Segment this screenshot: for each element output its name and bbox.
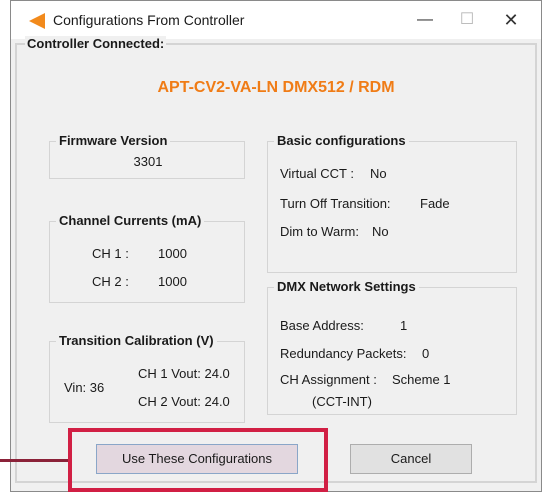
vin-value: Vin: 36 bbox=[64, 380, 105, 395]
turn-off-transition-value: Fade bbox=[420, 196, 450, 211]
turn-off-transition-label: Turn Off Transition: bbox=[280, 196, 391, 211]
dim-to-warm-label: Dim to Warm: bbox=[280, 224, 359, 239]
channel-currents-title: Channel Currents (mA) bbox=[56, 213, 205, 228]
redundancy-packets-label: Redundancy Packets: bbox=[280, 346, 407, 361]
base-address-value: 1 bbox=[400, 318, 408, 333]
close-button[interactable]: ✕ bbox=[491, 7, 531, 33]
ch2-current-label: CH 2 : bbox=[92, 274, 129, 289]
firmware-title: Firmware Version bbox=[56, 133, 171, 148]
ch-assignment-subvalue: (CCT-INT) bbox=[312, 394, 372, 409]
base-address-label: Base Address: bbox=[280, 318, 364, 333]
transition-calibration-title: Transition Calibration (V) bbox=[56, 333, 217, 348]
ch-assignment-value: Scheme 1 bbox=[392, 372, 451, 387]
ch2-current-value: 1000 bbox=[158, 274, 187, 289]
cancel-button[interactable]: Cancel bbox=[350, 444, 472, 474]
transition-calibration-group: Transition Calibration (V) Vin: 36 CH 1 … bbox=[49, 333, 245, 423]
device-model: APT-CV2-VA-LN DMX512 / RDM bbox=[157, 79, 395, 96]
title-bar[interactable]: Configurations From Controller — ☐ ✕ bbox=[11, 1, 541, 39]
ch-assignment-label: CH Assignment : bbox=[280, 372, 377, 387]
minimize-button[interactable]: — bbox=[405, 7, 445, 33]
controller-connected-label: Controller Connected: bbox=[25, 36, 167, 51]
annotation-callout-line bbox=[0, 459, 68, 462]
ch1-current-label: CH 1 : bbox=[92, 246, 129, 261]
annotation-highlight-box bbox=[68, 428, 328, 492]
firmware-group: Firmware Version 3301 bbox=[49, 133, 245, 179]
virtual-cct-value: No bbox=[370, 166, 387, 181]
dim-to-warm-value: No bbox=[372, 224, 389, 239]
dmx-network-group: DMX Network Settings Base Address: 1 Red… bbox=[267, 279, 517, 415]
arrow-left-icon bbox=[29, 13, 45, 29]
basic-configurations-group: Basic configurations Virtual CCT : No Tu… bbox=[267, 133, 517, 273]
basic-configurations-title: Basic configurations bbox=[274, 133, 409, 148]
ch1-vout-value: CH 1 Vout: 24.0 bbox=[138, 366, 230, 381]
configurations-dialog: Configurations From Controller — ☐ ✕ Con… bbox=[10, 0, 542, 492]
dmx-network-title: DMX Network Settings bbox=[274, 279, 419, 294]
ch2-vout-value: CH 2 Vout: 24.0 bbox=[138, 394, 230, 409]
channel-currents-group: Channel Currents (mA) CH 1 : 1000 CH 2 :… bbox=[49, 213, 245, 303]
ch1-current-value: 1000 bbox=[158, 246, 187, 261]
redundancy-packets-value: 0 bbox=[422, 346, 430, 361]
maximize-button[interactable]: ☐ bbox=[447, 7, 487, 33]
controller-connected-group: Controller Connected: APT-CV2-VA-LN DMX5… bbox=[15, 36, 537, 483]
window-title: Configurations From Controller bbox=[53, 12, 245, 28]
firmware-value: 3301 bbox=[133, 154, 163, 169]
virtual-cct-label: Virtual CCT : bbox=[280, 166, 354, 181]
